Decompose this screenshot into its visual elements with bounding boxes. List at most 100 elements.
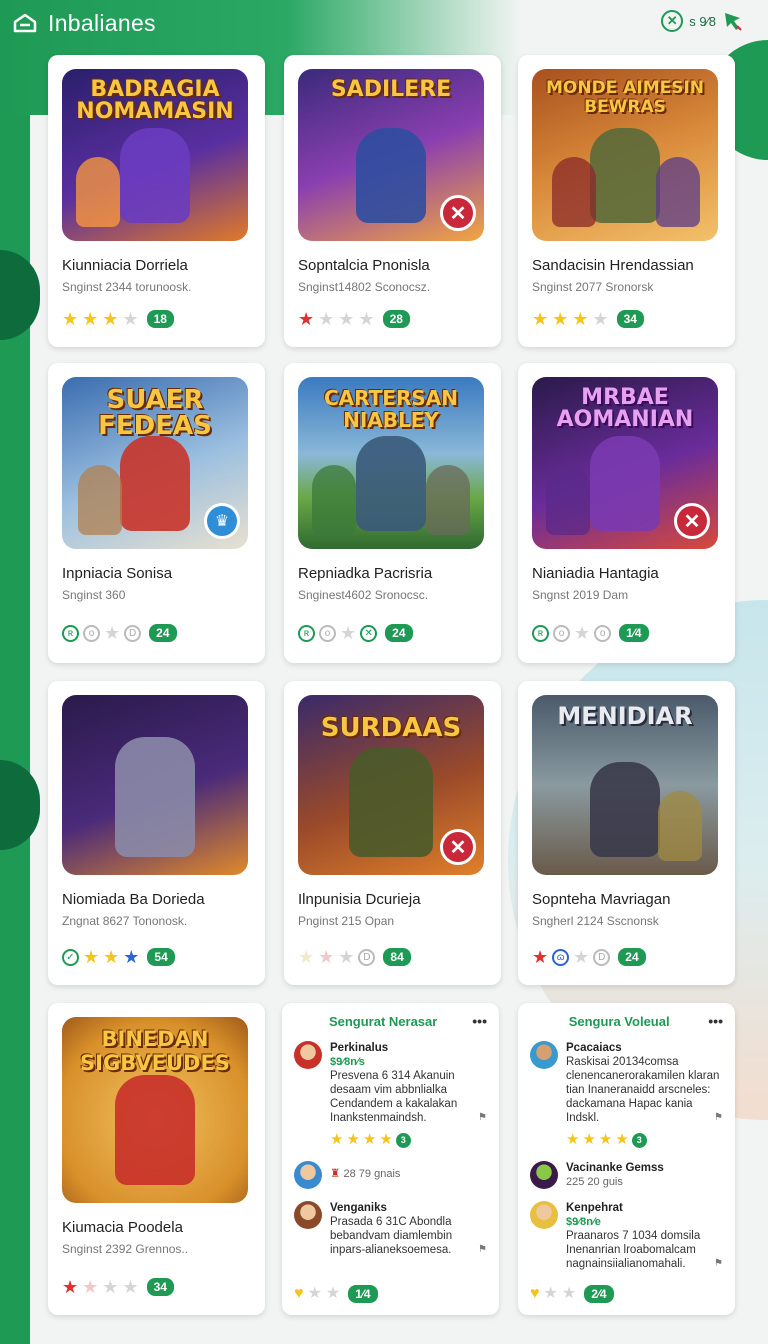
close-badge-icon[interactable]: ✕: [440, 829, 476, 865]
game-card[interactable]: BINEDAN SIGBVEUDES Kiumacia Poodela Sngi…: [48, 1003, 265, 1315]
rating-row: ʀ o ★ o 1⁄4: [532, 622, 721, 644]
game-thumbnail[interactable]: BINEDAN SIGBVEUDES: [62, 1017, 248, 1203]
background-blob: [0, 250, 40, 340]
home-icon[interactable]: [12, 12, 38, 34]
game-thumbnail[interactable]: MENIDIAR: [532, 695, 718, 875]
character-figure: [115, 1075, 195, 1185]
game-card[interactable]: MRBAE AOMANIAN ✕ Nianiadia Hantagia Sngn…: [518, 363, 735, 663]
game-subtitle: Sngherl 2124 Sscnonsk: [532, 914, 659, 928]
review-item: Perkinalus $9⁄8n⁄s Presvena 6 314 Akanui…: [294, 1041, 487, 1149]
character-figure: [312, 465, 356, 535]
flag-icon[interactable]: ⚑: [714, 1111, 723, 1125]
star-icon: ★: [338, 947, 355, 967]
review-text-content: Prasada 6 31C Abondla bebandvam diamlemb…: [330, 1216, 453, 1256]
game-thumbnail[interactable]: MONDE AIMESIN BEWRAS: [532, 69, 718, 241]
game-card[interactable]: MENIDIAR Sopnteha Mavriagan Sngherl 2124…: [518, 681, 735, 985]
star-icon: ★: [62, 1277, 79, 1297]
review-text: Raskisai 20134comsa clenencanerorakamile…: [566, 1055, 723, 1125]
review-meta: $9⁄8n⁄e: [566, 1216, 601, 1228]
avatar[interactable]: [294, 1161, 322, 1189]
close-circle-icon[interactable]: ✕: [661, 10, 684, 32]
game-card[interactable]: SUAER FEDEAS ♛ Inpniacia Sonisa Snginst …: [48, 363, 265, 663]
star-icon: ★: [330, 1131, 344, 1148]
star-icon: ★: [379, 1131, 393, 1148]
close-badge-icon[interactable]: ✕: [674, 503, 710, 539]
game-thumbnail[interactable]: MRBAE AOMANIAN ✕: [532, 377, 718, 549]
avatar[interactable]: [294, 1201, 322, 1229]
more-options-icon[interactable]: •••: [472, 1013, 487, 1029]
game-card[interactable]: CARTERSAN NIABLEY Repniadka Pacrisria Sn…: [284, 363, 501, 663]
game-card[interactable]: SADILERE ✕ Sopntalcia Pnonisla Snginst14…: [284, 55, 501, 347]
flag-icon[interactable]: ⚑: [478, 1243, 487, 1257]
game-name: Niomiada Ba Dorieda: [62, 891, 205, 908]
character-figure: [658, 791, 702, 861]
avatar[interactable]: [530, 1041, 558, 1069]
game-card[interactable]: MONDE AIMESIN BEWRAS Sandacisin Hrendass…: [518, 55, 735, 347]
background-green-strip: [0, 0, 30, 1344]
star-icon: ★: [102, 309, 119, 329]
game-thumbnail[interactable]: CARTERSAN NIABLEY: [298, 377, 484, 549]
game-subtitle: Zngnat 8627 Tononosk.: [62, 914, 188, 928]
close-badge-icon[interactable]: ✕: [440, 195, 476, 231]
review-text: Praanaros 7 1034 domsila Inenanrian lroa…: [566, 1229, 723, 1271]
cursor-icon: [722, 10, 744, 32]
character-figure: [590, 436, 660, 531]
review-item: ♜ 28 79 gnais: [294, 1161, 487, 1189]
warning-icon: ♜: [330, 1168, 341, 1180]
header-status: ✕ s 9⁄8: [661, 10, 744, 32]
game-card[interactable]: SURDAAS ✕ Ilnpunisia Dcurieja Pnginst 21…: [284, 681, 501, 985]
review-title: Sengurat Nerasar: [328, 1013, 438, 1029]
game-thumbnail[interactable]: SURDAAS ✕: [298, 695, 484, 875]
review-card: Sengurat Nerasar ••• Perkinalus $9⁄8n⁄s …: [282, 1003, 499, 1315]
character-figure: [546, 465, 590, 535]
rating-badge: 84: [383, 948, 411, 966]
game-thumbnail[interactable]: BADRAGIA NOMAMASIN: [62, 69, 248, 241]
rating-badge: 2⁄4: [584, 1285, 614, 1303]
game-name: Sopnteha Mavriagan: [532, 891, 671, 908]
status-text: s 9⁄8: [689, 13, 716, 29]
game-subtitle: Snginst 2392 Grennos..: [62, 1242, 189, 1256]
thumbnail-title: BADRAGIA NOMAMASIN: [76, 77, 234, 124]
avatar[interactable]: [294, 1041, 322, 1069]
review-text-content: Presvena 6 314 Akanuin desaam vim abbnli…: [330, 1070, 458, 1124]
review-item: Venganiks Prasada 6 31C Abondla bebandva…: [294, 1201, 487, 1257]
avatar[interactable]: [530, 1201, 558, 1229]
game-thumbnail[interactable]: SADILERE ✕: [298, 69, 484, 241]
crown-icon[interactable]: ♛: [204, 503, 240, 539]
rating-badge: 1⁄4: [348, 1285, 378, 1303]
game-card[interactable]: Niomiada Ba Dorieda Zngnat 8627 Tononosk…: [48, 681, 265, 985]
circle-icon: D: [593, 948, 611, 966]
game-name: Repniadka Pacrisria: [298, 565, 433, 582]
game-thumbnail[interactable]: SUAER FEDEAS ♛: [62, 377, 248, 549]
star-icon: ★: [561, 1285, 577, 1302]
game-name: Nianiadia Hantagia: [532, 565, 659, 582]
star-icon: ★: [103, 947, 120, 967]
game-thumbnail[interactable]: [62, 695, 248, 875]
game-subtitle: Snginst 360: [62, 588, 126, 602]
character-figure: [552, 157, 596, 227]
game-grid: BADRAGIA NOMAMASIN Kiunniacia Dorriela S…: [48, 55, 738, 1317]
rating-row: ʀ o ★ ✕ 24: [298, 622, 487, 644]
rating-badge: 28: [382, 310, 410, 328]
rating-row: ★ ★ ★ ★ 28: [298, 308, 487, 330]
flag-icon[interactable]: ⚑: [478, 1111, 487, 1125]
star-icon: ★: [298, 947, 315, 967]
more-options-icon[interactable]: •••: [708, 1013, 723, 1029]
star-icon: ★: [82, 309, 99, 329]
character-figure: [120, 436, 190, 531]
top-bar: Inbalianes: [0, 0, 768, 46]
avatar[interactable]: [530, 1161, 558, 1189]
rating-row: ♥ ★ ★ 2⁄4: [530, 1285, 614, 1303]
star-icon: ★: [362, 1131, 377, 1148]
review-item: Pcacaiacs Raskisai 20134comsa clenencane…: [530, 1041, 723, 1149]
game-subtitle: Snginst14802 Sconocsz.: [298, 280, 431, 294]
star-icon: ★: [102, 1277, 119, 1297]
thumbnail-title: CARTERSAN NIABLEY: [324, 386, 458, 432]
flag-icon[interactable]: ⚑: [714, 1257, 723, 1271]
star-icon: ★: [543, 1285, 558, 1302]
thumbnail-title: SADILERE: [330, 77, 452, 102]
game-name: Inpniacia Sonisa: [62, 565, 173, 582]
character-figure: [590, 762, 660, 857]
game-card[interactable]: BADRAGIA NOMAMASIN Kiunniacia Dorriela S…: [48, 55, 265, 347]
star-icon: ★: [615, 1131, 629, 1148]
